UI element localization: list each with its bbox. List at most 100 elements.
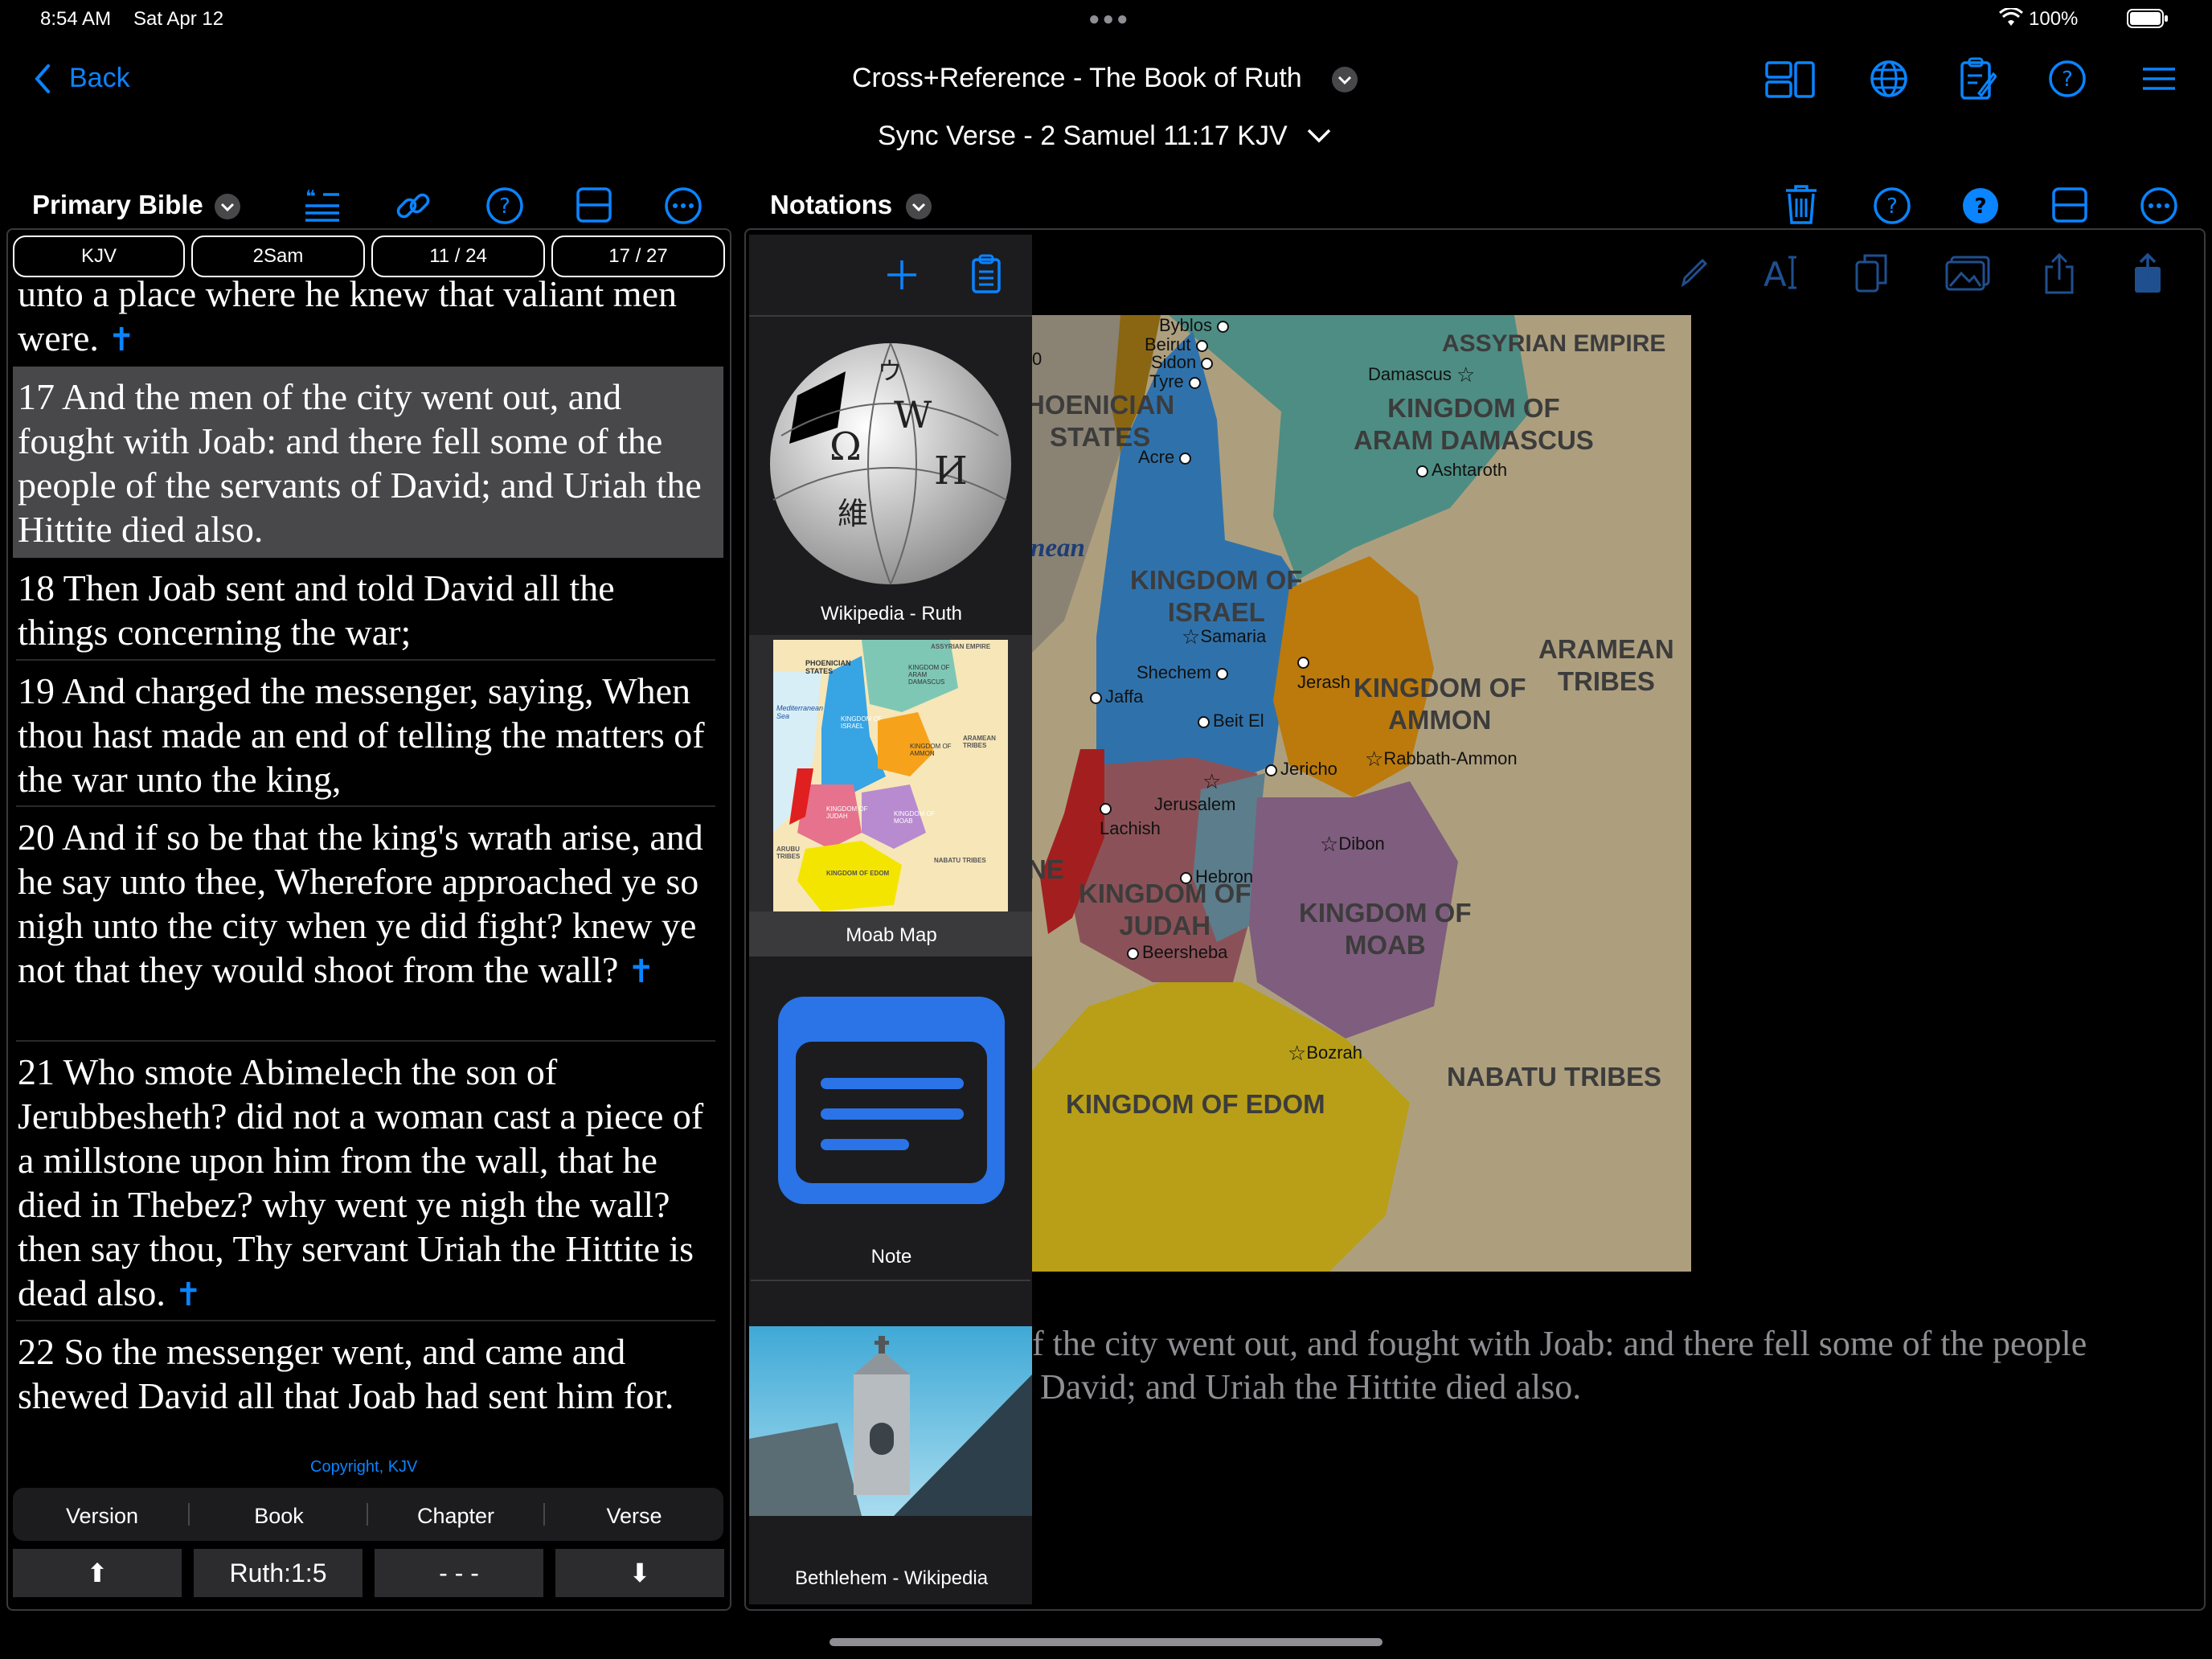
help-icon[interactable]: ? xyxy=(1873,186,1911,225)
copy-icon[interactable] xyxy=(1854,252,1889,294)
map-city: Acre xyxy=(1138,447,1194,468)
map-city: ☆Dibon xyxy=(1320,833,1385,857)
cross-reference-icon[interactable]: ✝ xyxy=(174,1276,202,1313)
split-view-icon[interactable] xyxy=(576,186,612,223)
layout-panels-icon[interactable] xyxy=(1765,61,1815,98)
map-region-label: KINGDOM OF EDOM xyxy=(1066,1089,1325,1119)
mini-map-label: KINGDOM OF ISRAEL xyxy=(841,715,883,730)
mini-map-label: NABATU TRIBES xyxy=(934,857,986,864)
verse-21[interactable]: 21 Who smote Abimelech the son of Jerubb… xyxy=(18,1050,709,1317)
map-city: Jaffa xyxy=(1090,686,1143,707)
menu-icon[interactable] xyxy=(2141,64,2177,93)
verse-22[interactable]: 22 So the messenger went, and came and s… xyxy=(18,1329,709,1418)
mini-map-label: KINGDOM OF MOAB xyxy=(894,810,936,825)
chevron-down-circle-icon[interactable] xyxy=(905,193,932,220)
verse-19[interactable]: 19 And charged the messenger, saying, Wh… xyxy=(18,669,709,801)
bethlehem-thumbnail[interactable] xyxy=(749,1326,1032,1516)
nav-title[interactable]: Cross+Reference - The Book of Ruth xyxy=(852,63,1302,94)
map-city: ☆ Jerusalem xyxy=(1154,770,1236,814)
mini-map-label: KINGDOM OF ARAM DAMASCUS xyxy=(908,664,950,686)
cross-reference-icon[interactable]: ✝ xyxy=(628,953,655,990)
tab-chapter[interactable]: Chapter xyxy=(367,1491,545,1541)
share-filled-icon[interactable] xyxy=(2132,252,2164,294)
map-city: Damascus ☆ xyxy=(1368,363,1476,387)
tab-verse[interactable]: Verse xyxy=(545,1491,723,1541)
next-button[interactable]: ⬇ xyxy=(555,1549,724,1597)
svg-text:?: ? xyxy=(499,195,510,219)
battery-percent: 100% xyxy=(2029,8,2079,30)
clipboard-edit-icon[interactable] xyxy=(1960,56,1997,100)
verse-divider xyxy=(16,659,715,661)
verse-divider xyxy=(16,805,715,807)
help-filled-icon[interactable]: ? xyxy=(1961,186,2000,225)
pencil-icon[interactable] xyxy=(1678,254,1710,289)
cross-reference-icon[interactable]: ✝ xyxy=(108,322,135,358)
map-city: Sidon xyxy=(1151,352,1216,373)
link-icon[interactable] xyxy=(394,186,432,225)
map-region-label: HOENICIAN STATES xyxy=(1032,390,1175,452)
share-icon[interactable] xyxy=(2043,252,2075,294)
mini-map-label: KINGDOM OF JUDAH xyxy=(826,805,868,820)
status-time: 8:54 AM xyxy=(40,8,112,30)
mini-map-image: PHOENICIAN STATES ASSYRIAN EMPIRE KINGDO… xyxy=(773,640,1008,911)
svg-text:?: ? xyxy=(2062,68,2073,92)
middle-button[interactable]: - - - xyxy=(375,1549,543,1597)
primary-bible-title[interactable]: Primary Bible xyxy=(32,190,203,220)
notation-text-line: f the city went out, and fought with Joa… xyxy=(1032,1324,2087,1363)
tab-book[interactable]: Book xyxy=(190,1491,368,1541)
battery-icon xyxy=(2127,9,2169,28)
back-button[interactable]: Back xyxy=(69,63,130,94)
map-image[interactable]: HOENICIAN STATES ASSYRIAN EMPIRE KINGDOM… xyxy=(1032,315,1691,1272)
copyright-link[interactable]: Copyright, KJV xyxy=(310,1458,417,1477)
clipboard-icon[interactable] xyxy=(971,254,1002,294)
help-icon[interactable]: ? xyxy=(2048,59,2087,98)
map-region-label: KINGDOM OF ISRAEL xyxy=(1130,565,1303,627)
previous-button[interactable]: ⬆ xyxy=(13,1549,182,1597)
verse-fragment[interactable]: unto a place where he knew that valiant … xyxy=(18,272,709,360)
mini-map-label: ARUBU TRIBES xyxy=(776,846,801,860)
split-view-icon[interactable] xyxy=(2051,186,2088,223)
chevron-left-icon[interactable] xyxy=(31,63,55,95)
map-region-label: NABATU TRIBES xyxy=(1447,1062,1662,1092)
home-indicator[interactable] xyxy=(830,1638,1382,1646)
map-region-label: KINGDOM OF ARAM DAMASCUS xyxy=(1354,393,1594,455)
chevron-down-circle-icon[interactable] xyxy=(214,193,241,220)
help-icon[interactable]: ? xyxy=(485,186,524,225)
status-date: Sat Apr 12 xyxy=(133,8,224,30)
multitask-dots-icon[interactable]: ●●● xyxy=(1088,8,1131,31)
verse-divider xyxy=(16,1040,715,1042)
sync-verse-button[interactable]: Sync Verse - 2 Samuel 11:17 KJV xyxy=(878,121,1288,152)
globe-glyph: И xyxy=(934,449,968,494)
text-size-icon[interactable]: A xyxy=(1762,254,1800,291)
thumbnail-label: Moab Map xyxy=(846,924,937,946)
svg-text:A: A xyxy=(1763,255,1787,291)
add-icon[interactable] xyxy=(886,259,918,291)
mini-map-label: KINGDOM OF AMMON xyxy=(910,743,952,757)
note-icon[interactable] xyxy=(776,995,1006,1206)
verse-18[interactable]: 18 Then Joab sent and told David all the… xyxy=(18,566,709,654)
mini-map-label: KINGDOM OF EDOM xyxy=(826,870,890,877)
mini-map-label: ARAMEAN TRIBES xyxy=(963,735,996,749)
chevron-down-icon[interactable] xyxy=(1305,124,1333,146)
tab-version[interactable]: Version xyxy=(13,1491,191,1541)
map-city: Jericho xyxy=(1265,759,1337,780)
chevron-down-circle-icon[interactable] xyxy=(1331,66,1358,93)
verse-text: 22 So the messenger went, and came and s… xyxy=(18,1331,674,1416)
trash-icon[interactable] xyxy=(1784,183,1818,225)
verse-20[interactable]: 20 And if so be that the king's wrath ar… xyxy=(18,815,709,994)
verse-text: 18 Then Joab sent and told David all the… xyxy=(18,567,615,653)
globe-glyph: W xyxy=(894,393,932,436)
map-city: Beit El xyxy=(1198,711,1264,731)
location-button[interactable]: Ruth:1:5 xyxy=(194,1549,363,1597)
mini-map-label: ASSYRIAN EMPIRE xyxy=(931,643,991,650)
wikipedia-globe-thumbnail[interactable]: Ω W И 維 ウ xyxy=(749,323,1032,588)
verse-17[interactable]: 17 And the men of the city went out, and… xyxy=(18,375,709,551)
globe-icon[interactable] xyxy=(1870,59,1908,98)
more-icon[interactable] xyxy=(664,186,703,225)
more-icon[interactable] xyxy=(2140,186,2178,225)
image-icon[interactable] xyxy=(1945,256,1990,291)
quote-list-icon[interactable]: ❝ xyxy=(304,188,341,222)
map-city: Shechem xyxy=(1137,662,1231,683)
verse-text: 19 And charged the messenger, saying, Wh… xyxy=(18,670,705,800)
notations-title[interactable]: Notations xyxy=(770,190,892,220)
